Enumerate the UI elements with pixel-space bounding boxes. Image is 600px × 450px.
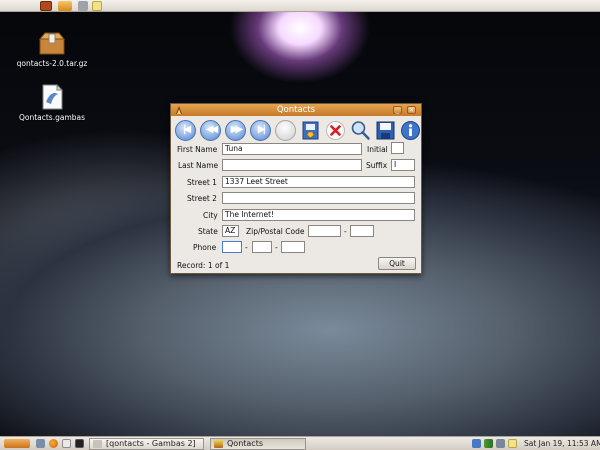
desktop-icon-gambas[interactable]: Qontacts.gambas [2, 83, 102, 122]
network-icon[interactable] [472, 439, 481, 448]
app-launcher-icon[interactable] [40, 1, 52, 11]
zip-field[interactable] [308, 225, 341, 237]
next-record-icon[interactable]: ▶▶ [225, 120, 246, 141]
menu-icon[interactable] [4, 439, 30, 448]
last-record-icon[interactable]: ▶| [250, 120, 271, 141]
phone-prefix-field[interactable] [252, 241, 272, 253]
blank-icon[interactable] [275, 120, 296, 141]
save-icon[interactable] [375, 120, 396, 141]
street1-field[interactable]: 1337 Leet Street [222, 176, 415, 188]
city-field[interactable]: The Internet! [222, 209, 415, 221]
zip-extension-field[interactable] [350, 225, 374, 237]
desktop-icon-archive[interactable]: qontacts-2.0.tar.gz [2, 30, 102, 68]
app-icon [176, 106, 182, 114]
bottom-panel: [qontacts - Gambas 2] Qontacts Sat Jan 1… [0, 436, 600, 450]
gambas-icon [93, 440, 102, 448]
close-button[interactable]: × [407, 106, 416, 114]
task-label: [qontacts - Gambas 2] [106, 439, 196, 448]
mail-icon[interactable] [62, 439, 71, 448]
phone-separator: - [245, 243, 248, 252]
street2-label: Street 2 [187, 194, 217, 203]
previous-record-icon[interactable]: ◀◀ [200, 120, 221, 141]
initial-field[interactable] [391, 142, 404, 154]
notes-icon[interactable] [92, 1, 102, 11]
signal-icon[interactable] [484, 439, 493, 448]
show-desktop-icon[interactable] [36, 439, 45, 448]
top-panel [0, 0, 600, 12]
task-qontacts[interactable]: Qontacts [210, 438, 306, 450]
new-record-icon[interactable] [300, 120, 321, 141]
last-name-field[interactable] [222, 159, 362, 171]
task-label: Qontacts [227, 439, 264, 448]
menu-icon[interactable] [58, 1, 72, 11]
minimize-button[interactable]: _ [393, 106, 402, 114]
initial-label: Initial [367, 145, 388, 154]
phone-separator: - [275, 243, 278, 252]
first-name-field[interactable]: Tuna [222, 143, 362, 155]
firefox-icon[interactable] [49, 439, 58, 448]
record-status: Record: 1 of 1 [177, 261, 230, 270]
archive-icon [37, 30, 67, 56]
city-label: City [203, 211, 218, 220]
gambas-file-icon [37, 83, 67, 110]
task-gambas[interactable]: [qontacts - Gambas 2] [89, 438, 204, 450]
desktop-icon-label: qontacts-2.0.tar.gz [16, 59, 88, 68]
qontacts-icon [214, 440, 223, 448]
state-label: State [198, 227, 218, 236]
last-name-label: Last Name [178, 161, 219, 170]
first-record-icon[interactable]: |◀ [175, 120, 196, 141]
phone-area-field[interactable] [222, 241, 242, 253]
zip-separator: - [344, 227, 347, 236]
qontacts-window: Qontacts _ × |◀ ◀◀ ▶▶ ▶| First Name Tuna… [170, 103, 422, 274]
suffix-label: Suffix [366, 161, 388, 170]
street2-field[interactable] [222, 192, 415, 204]
clock[interactable]: Sat Jan 19, 11:53 AM [524, 439, 600, 448]
phone-line-field[interactable] [281, 241, 305, 253]
search-icon[interactable] [350, 120, 371, 141]
phone-label: Phone [193, 243, 217, 252]
desktop-icon-label: Qontacts.gambas [18, 113, 86, 122]
first-name-label: First Name [177, 145, 218, 154]
terminal-icon[interactable] [75, 439, 84, 448]
street1-label: Street 1 [187, 178, 217, 187]
applet-icon[interactable] [78, 1, 88, 11]
state-field[interactable]: AZ [222, 225, 239, 237]
delete-icon[interactable] [325, 120, 346, 141]
battery-icon[interactable] [496, 439, 505, 448]
notes-icon[interactable] [508, 439, 517, 448]
zip-label: Zip/Postal Code [246, 227, 305, 236]
info-icon[interactable] [400, 120, 421, 141]
window-titlebar[interactable]: Qontacts _ × [171, 104, 421, 116]
suffix-field[interactable]: I [391, 159, 415, 171]
quit-button[interactable]: Quit [378, 257, 416, 270]
window-title: Qontacts [276, 105, 316, 115]
